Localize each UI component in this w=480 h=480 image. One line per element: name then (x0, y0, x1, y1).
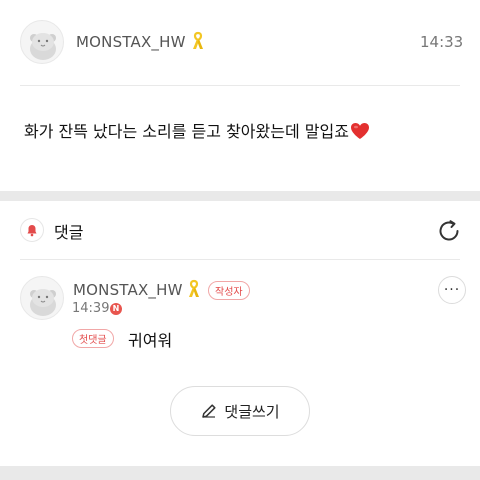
first-comment-badge: 첫댓글 (72, 329, 114, 348)
section-separator (0, 191, 480, 201)
post-body-text: 화가 잔뜩 났다는 소리를 듣고 찾아왔는데 말입죠 (24, 122, 349, 141)
write-comment-label: 댓글쓰기 (224, 402, 280, 421)
post-time: 14:33 (420, 33, 464, 51)
post-header: MONSTAX_HW 14:33 (0, 0, 480, 86)
bell-icon[interactable] (20, 218, 44, 242)
author-badge: 작성자 (208, 281, 250, 300)
hamster-avatar-icon (30, 289, 56, 316)
new-badge: N (110, 303, 122, 315)
comment-time: 14:39 (72, 301, 110, 316)
post-header-divider (20, 85, 460, 86)
refresh-icon[interactable] (436, 218, 462, 244)
write-comment-button[interactable]: 댓글쓰기 (170, 386, 310, 436)
commenter-name[interactable]: MONSTAX_HW (73, 281, 183, 299)
comments-header-divider (20, 259, 460, 260)
post-content: 화가 잔뜩 났다는 소리를 듣고 찾아왔는데 말입죠 (24, 118, 370, 142)
commenter-avatar[interactable] (20, 276, 64, 320)
yellow-ribbon-icon (189, 279, 199, 297)
red-heart-emoji (350, 123, 369, 139)
comments-title: 댓글 (54, 223, 84, 242)
post-author-avatar[interactable] (20, 20, 64, 64)
yellow-ribbon-icon (193, 31, 203, 49)
post-author-name[interactable]: MONSTAX_HW (76, 33, 186, 51)
pencil-icon (202, 404, 216, 418)
bottom-separator (0, 466, 480, 480)
comment-more-button[interactable]: ··· (438, 276, 466, 304)
comment-text: 귀여워 (128, 331, 173, 350)
hamster-avatar-icon (30, 33, 56, 60)
